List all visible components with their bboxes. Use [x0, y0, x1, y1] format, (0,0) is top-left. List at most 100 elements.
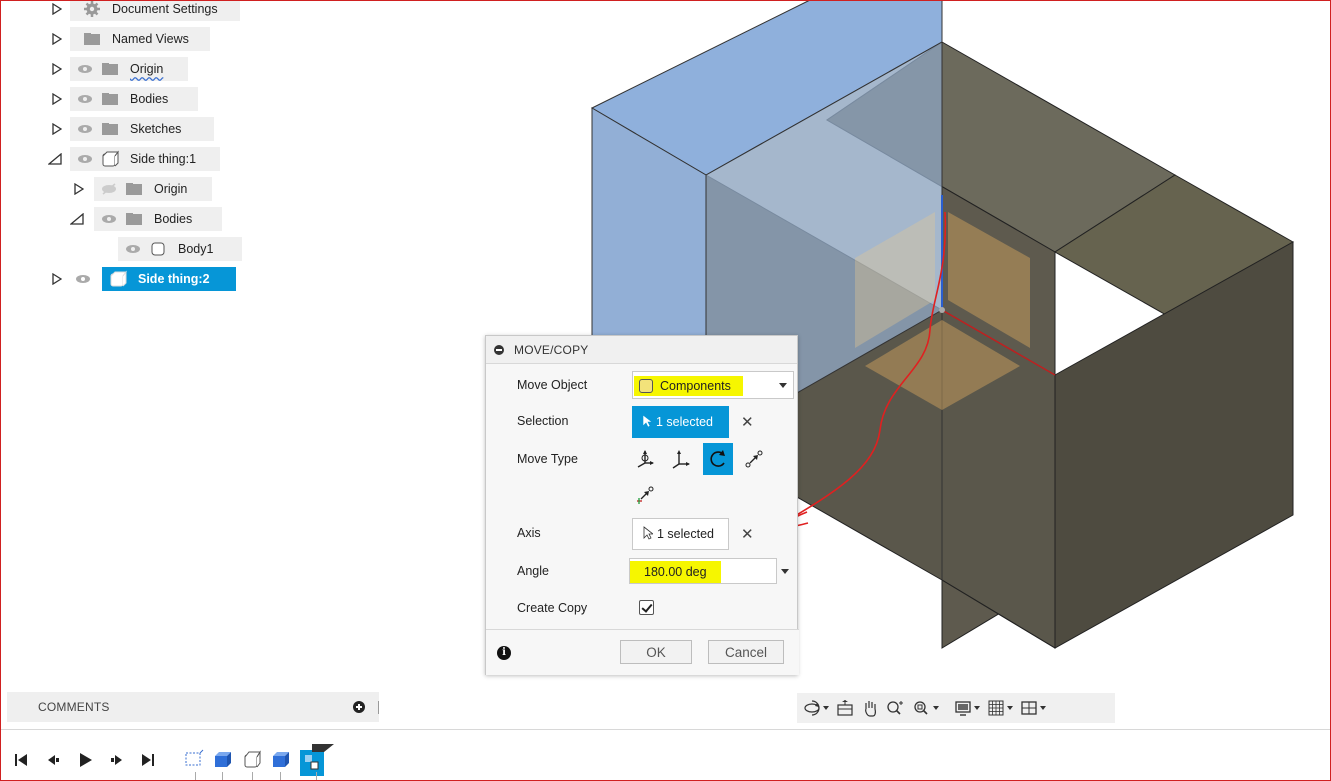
- eye-icon[interactable]: [124, 242, 142, 256]
- clear-selection-icon[interactable]: ✕: [741, 413, 754, 431]
- move-object-value: Components: [660, 379, 731, 393]
- angle-input[interactable]: 180.00 deg: [629, 558, 777, 584]
- move-object-label: Move Object: [517, 378, 588, 392]
- display-settings-icon[interactable]: [954, 693, 980, 723]
- expand-triangle-icon[interactable]: [50, 92, 64, 106]
- step-back-icon[interactable]: [42, 750, 64, 770]
- point-to-position-icon[interactable]: [630, 479, 660, 511]
- eye-icon[interactable]: [76, 92, 94, 106]
- selection-button[interactable]: 1 selected: [632, 406, 729, 438]
- component-icon: [108, 270, 128, 287]
- expand-triangle-icon[interactable]: [50, 62, 64, 76]
- collapse-triangle-icon[interactable]: [48, 152, 62, 166]
- grid-icon[interactable]: [987, 693, 1013, 723]
- collapse-triangle-icon[interactable]: [70, 212, 84, 226]
- component-icon: [639, 379, 653, 393]
- play-icon[interactable]: [74, 750, 96, 770]
- angle-value: 180.00 deg: [644, 565, 707, 579]
- browser-item-origin-child[interactable]: Origin: [72, 177, 212, 201]
- axis-selection-button[interactable]: 1 selected: [632, 518, 729, 550]
- eye-icon[interactable]: [74, 272, 92, 286]
- translate-icon[interactable]: [666, 443, 696, 475]
- extrude-feature-icon[interactable]: [270, 748, 290, 770]
- clear-axis-icon[interactable]: ✕: [741, 525, 754, 543]
- browser-item-sketches[interactable]: Sketches: [50, 117, 214, 141]
- browser-item-side-thing-2[interactable]: Side thing:2: [50, 267, 236, 291]
- zoom-icon[interactable]: [886, 693, 906, 723]
- step-forward-icon[interactable]: [106, 750, 128, 770]
- expand-triangle-icon[interactable]: [50, 2, 64, 16]
- panel-grip[interactable]: [378, 701, 379, 714]
- expand-triangle-icon[interactable]: [72, 182, 86, 196]
- collapse-icon[interactable]: [494, 344, 504, 355]
- dialog-footer: i OK Cancel: [486, 629, 799, 675]
- free-move-icon[interactable]: [630, 443, 660, 475]
- create-copy-row: Create Copy: [486, 592, 799, 624]
- cursor-icon: [643, 525, 655, 543]
- move-object-dropdown[interactable]: Components: [632, 371, 794, 399]
- pan-hand-icon[interactable]: [861, 693, 879, 723]
- add-comment-icon[interactable]: [353, 701, 365, 713]
- move-feature-icon[interactable]: [298, 742, 336, 778]
- info-icon[interactable]: i: [497, 646, 511, 660]
- navigation-toolbar: [797, 693, 1115, 723]
- browser-item-bodies[interactable]: Bodies: [50, 87, 198, 111]
- browser-item-bodies-child[interactable]: Bodies: [70, 207, 222, 231]
- expand-triangle-icon[interactable]: [50, 32, 64, 46]
- dialog-header: MOVE/COPY: [486, 336, 797, 364]
- browser-item-label: Side thing:1: [130, 152, 197, 166]
- eye-icon[interactable]: [76, 152, 94, 166]
- move-object-row: Move Object Components: [486, 369, 799, 401]
- cancel-button[interactable]: Cancel: [708, 640, 784, 664]
- browser-item-body1[interactable]: Body1: [118, 237, 242, 261]
- create-copy-checkbox[interactable]: [639, 600, 654, 615]
- browser-item-origin[interactable]: Origin: [50, 57, 188, 81]
- viewports-icon[interactable]: [1020, 693, 1046, 723]
- move-type-label: Move Type: [517, 452, 578, 466]
- sketch-feature-icon[interactable]: [184, 748, 204, 770]
- eye-icon[interactable]: [76, 62, 94, 76]
- browser-item-named-views[interactable]: Named Views: [50, 27, 210, 51]
- body-icon: [148, 241, 168, 257]
- selection-label: Selection: [517, 414, 569, 428]
- browser-item-label: Body1: [178, 242, 214, 256]
- browser-item-label: Bodies: [130, 92, 169, 106]
- browser-item-label: Document Settings: [112, 2, 218, 16]
- browser-item-side-thing-1[interactable]: Side thing:1: [48, 147, 220, 171]
- timeline: [0, 729, 1331, 781]
- selection-value: 1 selected: [656, 415, 713, 429]
- component-feature-icon[interactable]: [242, 748, 262, 770]
- look-at-icon[interactable]: [836, 693, 854, 723]
- folder-icon: [100, 61, 120, 77]
- browser-tree: Document Settings Named Views Origin Bod…: [0, 0, 420, 300]
- angle-row: Angle 180.00 deg: [486, 555, 799, 587]
- orbit-icon[interactable]: [803, 693, 829, 723]
- selection-row: Selection 1 selected ✕: [486, 405, 799, 438]
- expand-triangle-icon[interactable]: [50, 272, 64, 286]
- component-icon: [100, 150, 120, 167]
- go-to-end-icon[interactable]: [137, 750, 159, 770]
- gear-icon: [82, 1, 102, 17]
- point-to-point-icon[interactable]: [739, 443, 769, 475]
- eye-icon[interactable]: [76, 122, 94, 136]
- move-copy-dialog: MOVE/COPY Move Object Components Selecti…: [485, 335, 799, 675]
- browser-item-label: Side thing:2: [138, 272, 210, 286]
- move-type-row: Move Type: [486, 443, 799, 475]
- extrude-feature-icon[interactable]: [212, 748, 232, 770]
- dialog-title: MOVE/COPY: [514, 342, 589, 357]
- eye-icon[interactable]: [100, 212, 118, 226]
- comments-panel[interactable]: COMMENTS: [7, 692, 379, 722]
- folder-icon: [100, 91, 120, 107]
- folder-icon: [124, 211, 144, 227]
- browser-item-label: Origin: [154, 182, 188, 196]
- expand-triangle-icon[interactable]: [50, 122, 64, 136]
- folder-icon: [100, 121, 120, 137]
- angle-label: Angle: [517, 564, 549, 578]
- rotate-icon[interactable]: [703, 443, 733, 475]
- eye-hidden-icon[interactable]: [100, 182, 118, 196]
- chevron-down-icon[interactable]: [781, 569, 789, 574]
- go-to-start-icon[interactable]: [10, 750, 32, 770]
- browser-item-document-settings[interactable]: Document Settings: [50, 0, 240, 21]
- ok-button[interactable]: OK: [620, 640, 692, 664]
- fit-zoom-icon[interactable]: [913, 693, 939, 723]
